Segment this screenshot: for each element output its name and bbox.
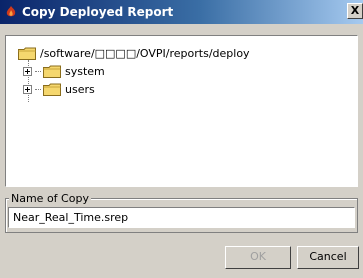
tree-item-system[interactable]: system (23, 63, 105, 79)
close-icon: X (350, 4, 360, 17)
tree-item-label: users (65, 82, 95, 96)
title-bar[interactable]: Copy Deployed Report X (0, 0, 363, 24)
tree-root-item[interactable]: /software/□□□□/OVPI/reports/deploy (18, 45, 250, 61)
cancel-button[interactable]: Cancel (297, 246, 359, 269)
folder-tree[interactable]: /software/□□□□/OVPI/reports/deploy syste… (5, 35, 358, 187)
name-of-copy-input[interactable] (8, 207, 355, 228)
ok-button[interactable]: OK (225, 246, 291, 269)
folder-icon (43, 65, 61, 78)
folder-icon (18, 47, 36, 60)
expand-icon[interactable] (23, 66, 32, 76)
app-icon (4, 5, 18, 19)
name-of-copy-label: Name of Copy (9, 192, 91, 205)
name-of-copy-group: Name of Copy (5, 192, 358, 233)
tree-branch-line (35, 70, 41, 72)
tree-root-label: /software/□□□□/OVPI/reports/deploy (40, 46, 250, 60)
copy-deployed-report-dialog: Copy Deployed Report X /software/□□□□/OV… (0, 0, 363, 278)
close-button[interactable]: X (347, 3, 363, 19)
tree-item-users[interactable]: users (23, 81, 95, 97)
window-title: Copy Deployed Report (22, 5, 174, 19)
expand-icon[interactable] (23, 84, 32, 94)
tree-item-label: system (65, 64, 105, 78)
tree-branch-line (35, 88, 41, 90)
folder-icon (43, 83, 61, 96)
